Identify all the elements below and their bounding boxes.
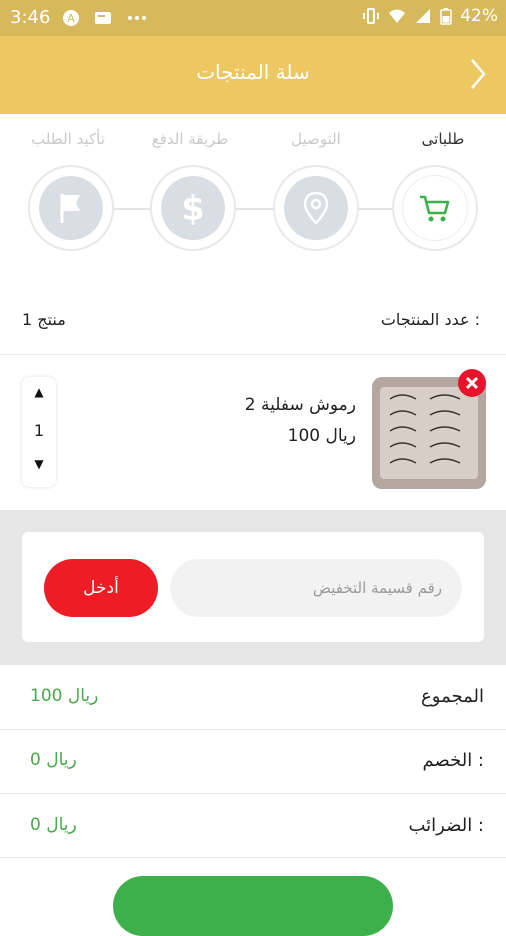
tax-label: الضرائب : bbox=[408, 815, 484, 836]
chevron-right-icon[interactable] bbox=[466, 56, 490, 92]
divider bbox=[0, 857, 506, 858]
svg-text:$: $ bbox=[181, 189, 205, 228]
steps-connector bbox=[70, 208, 440, 210]
dollar-icon: $ bbox=[181, 189, 205, 228]
coupon-input[interactable] bbox=[170, 559, 462, 617]
notification-icon: A bbox=[63, 10, 79, 26]
discount-value: 0 ريال bbox=[30, 750, 77, 770]
wifi-icon bbox=[389, 9, 406, 23]
apply-coupon-button[interactable]: أدخل bbox=[44, 559, 158, 617]
product-count-row: عدد المنتجات : 1 منتج bbox=[22, 310, 480, 334]
product-count-label: عدد المنتجات : bbox=[380, 310, 480, 329]
total-label: المجموع bbox=[421, 686, 484, 707]
step-confirm[interactable] bbox=[28, 165, 114, 251]
checkout-steps-labels: طلباتى التوصيل طريقة الدفع تأكيد الطلب bbox=[0, 130, 506, 154]
product-price: 100 ريال bbox=[287, 426, 356, 446]
total-value: 100 ريال bbox=[30, 686, 99, 706]
summary-tax-row: الضرائب : 0 ريال bbox=[0, 795, 506, 859]
close-icon bbox=[465, 376, 479, 390]
step-label-delivery: التوصيل bbox=[291, 130, 341, 148]
tax-value: 0 ريال bbox=[30, 815, 77, 835]
checkout-button[interactable] bbox=[113, 876, 393, 936]
flag-icon bbox=[60, 194, 80, 223]
divider bbox=[0, 793, 506, 794]
battery-icon bbox=[440, 8, 452, 25]
svg-text:A: A bbox=[67, 12, 75, 25]
signal-icon bbox=[416, 9, 431, 23]
battery-percent: 42% bbox=[460, 6, 498, 26]
summary-total-row: المجموع 100 ريال bbox=[0, 666, 506, 730]
decrease-arrow-icon[interactable]: ▼ bbox=[22, 457, 56, 481]
step-label-confirm: تأكيد الطلب bbox=[31, 130, 105, 148]
cart-item: رموش سفلية 2 100 ريال ▲ 1 ▼ bbox=[0, 355, 506, 509]
step-label-orders: طلباتى bbox=[421, 130, 465, 148]
photo-icon bbox=[95, 12, 111, 24]
vibrate-icon bbox=[363, 8, 380, 24]
quantity-value: 1 bbox=[33, 421, 45, 440]
status-bar: 3:46 A 42% bbox=[0, 0, 506, 36]
step-delivery[interactable] bbox=[273, 165, 359, 251]
step-orders[interactable] bbox=[392, 165, 478, 251]
quantity-stepper: ▲ 1 ▼ bbox=[22, 377, 56, 487]
location-pin-icon bbox=[303, 191, 329, 225]
page-title: سلة المنتجات bbox=[196, 60, 310, 84]
discount-label: الخصم : bbox=[422, 750, 485, 771]
product-count-value: 1 منتج bbox=[22, 310, 66, 329]
increase-arrow-icon[interactable]: ▲ bbox=[22, 385, 56, 409]
remove-item-button[interactable] bbox=[458, 369, 486, 397]
status-time: 3:46 bbox=[10, 7, 51, 28]
product-name: رموش سفلية 2 bbox=[244, 395, 356, 415]
coupon-card: أدخل bbox=[22, 532, 484, 642]
step-label-payment: طريقة الدفع bbox=[151, 130, 229, 148]
more-dots-icon bbox=[128, 16, 146, 20]
cart-icon bbox=[420, 195, 450, 222]
step-payment[interactable]: $ bbox=[150, 165, 236, 251]
summary-discount-row: الخصم : 0 ريال bbox=[0, 730, 506, 794]
coupon-section: أدخل bbox=[0, 510, 506, 665]
app-bar: سلة المنتجات bbox=[0, 36, 506, 114]
